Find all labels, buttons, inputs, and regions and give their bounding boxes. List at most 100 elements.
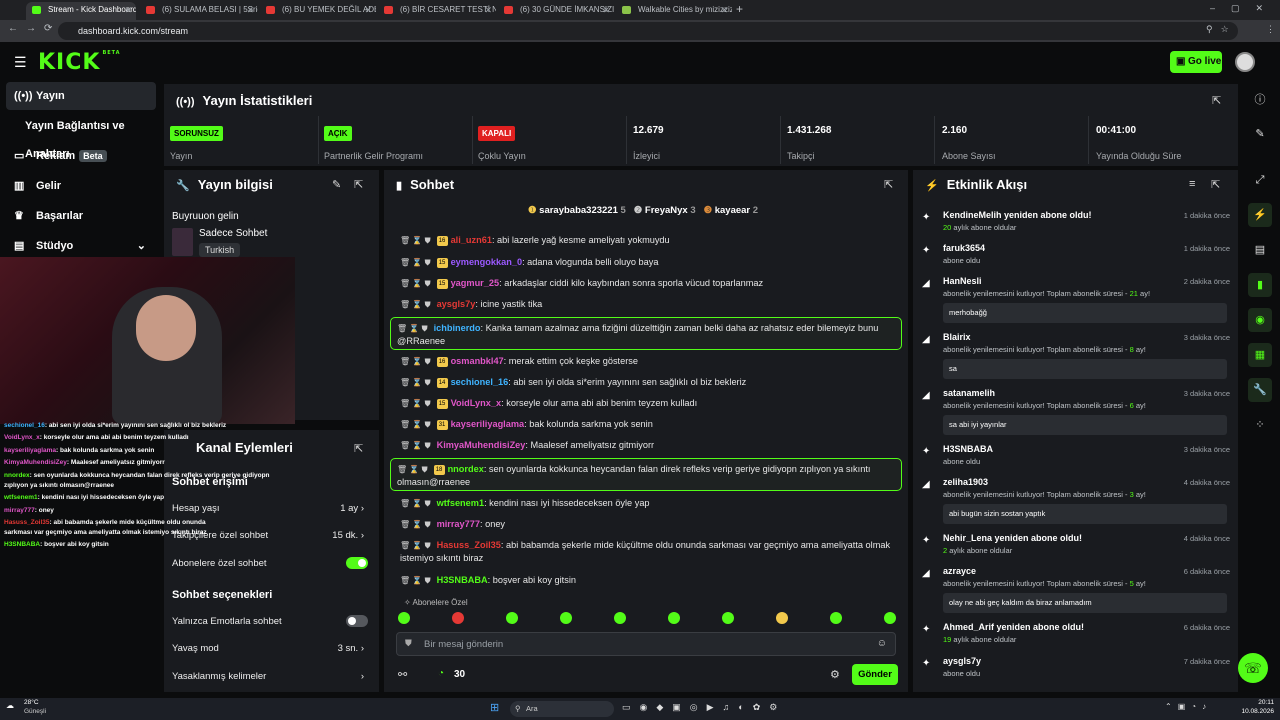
chat-message[interactable]: 🗑 ⌛ ⛊ 15 VoidLynx_x: korseyle olur ama abi…: [390, 397, 902, 410]
tab-video-2[interactable]: (6) BU YEMEK DEĞİL ADETA ŞÖ✕: [260, 2, 376, 20]
chat-username[interactable]: osmanbkl47: [451, 356, 504, 366]
chat-message[interactable]: 🗑 ⌛ ⛊ 15 eymengokkan_0: adana vlogunda bel…: [390, 256, 902, 269]
emote[interactable]: [668, 612, 680, 624]
row-emote-only[interactable]: Yalnızca Emotlarla sohbet: [172, 616, 372, 627]
activity-item[interactable]: ◢ satanamelih 3 dakika önce abonelik yenile…: [920, 388, 1230, 440]
chat-message[interactable]: 🗑 ⌛ ⛊ aysgls7y: icine yastik tika: [390, 298, 902, 311]
chat-message[interactable]: 🗑 ⌛ ⛊ 14 sechionel_16: abi sen iyi olda si…: [390, 376, 902, 389]
send-button[interactable]: Gönder: [852, 664, 898, 685]
chat-message[interactable]: 🗑 ⌛ ⛊ 16 ali_uzn61: abi lazerle yağ kesme …: [390, 234, 902, 247]
chat-username[interactable]: aysgls7y: [437, 299, 476, 309]
wrench-icon[interactable]: 🔧: [1248, 378, 1272, 402]
pin-icon[interactable]: 🗑 ⌛ ⛊: [400, 541, 431, 550]
activity-item[interactable]: ✦ H3SNBABA 3 dakika önce abone oldu: [920, 444, 1230, 474]
pin-icon[interactable]: 🗑 ⌛ ⛊: [400, 357, 431, 366]
tab-video-4[interactable]: (6) 30 GÜNDE İMKANSIZI BAŞA✕: [498, 2, 614, 20]
chat-icon[interactable]: ▮: [1248, 273, 1272, 297]
chat-message[interactable]: 🗑 ⌛ ⛊ mirray777: oney: [390, 518, 902, 531]
document-icon[interactable]: ▤: [1248, 238, 1272, 262]
activity-item[interactable]: ✦ faruk3654 1 dakika önce abone oldu: [920, 243, 1230, 273]
emote[interactable]: [614, 612, 626, 624]
activity-item[interactable]: ◢ zeliha1903 4 dakika önce abonelik yenilem…: [920, 477, 1230, 529]
url-input[interactable]: dashboard.kick.com/stream: [58, 22, 1238, 40]
chat-username[interactable]: kayseriliyaglama: [451, 419, 525, 429]
chat-input[interactable]: ⛊ Bir mesaj gönderin ☺: [396, 632, 896, 656]
chat-username[interactable]: eymengokkan_0: [451, 257, 523, 267]
chat-message[interactable]: 🗑 ⌛ ⛊ 15 yagmur_25: arkadaşlar ciddi kilo …: [390, 277, 902, 290]
activity-item[interactable]: ◢ Blairix 3 dakika önce abonelik yenilemesi…: [920, 332, 1230, 384]
row-subscriber-chat[interactable]: Abonelere özel sohbet: [172, 558, 372, 569]
chat-username[interactable]: VoidLynx_x: [451, 398, 502, 408]
popout-icon[interactable]: ⇱: [1211, 178, 1220, 191]
hamburger-icon[interactable]: ☰: [14, 54, 27, 71]
sidebar-item-studyo[interactable]: ▤ Stüdyo ⌄: [6, 232, 156, 260]
tab-kick-dashboard[interactable]: Stream - Kick Dashboard ✕: [26, 2, 136, 20]
help-button[interactable]: ☏: [1238, 653, 1268, 683]
kick-logo[interactable]: KICK BETA: [38, 50, 121, 75]
activity-item[interactable]: ◢ azrayce 6 dakika önce abonelik yenilemesi…: [920, 566, 1230, 618]
chat-username[interactable]: wtfsenem1: [437, 498, 485, 508]
chat-message[interactable]: 🗑 ⌛ ⛊ ichbinerdo: Kanka tamam azalmaz ama…: [390, 317, 902, 350]
chat-username[interactable]: nnordex: [448, 464, 484, 474]
row-banned-words[interactable]: Yasaklanmış kelimeler ›: [172, 671, 372, 682]
chat-username[interactable]: sechionel_16: [451, 377, 509, 387]
emoji-icon[interactable]: ☺: [877, 638, 887, 649]
sidebar-item-gelir[interactable]: ▥ Gelir: [6, 172, 156, 200]
popout-icon[interactable]: ⇱: [884, 178, 893, 191]
weather-icon[interactable]: ☁: [6, 701, 14, 710]
taskbar-search[interactable]: ⚲ Ara: [510, 701, 614, 717]
category-name[interactable]: Sadece Sohbet: [199, 228, 267, 239]
pin-icon[interactable]: 🗑 ⌛ ⛊: [397, 465, 428, 474]
chat-message[interactable]: 🗑 ⌛ ⛊ 18 nnordex: sen oyunlarda kokkunca h…: [390, 458, 902, 491]
emote-only-toggle[interactable]: [346, 615, 368, 627]
more-icon[interactable]: ⁘: [1248, 413, 1272, 437]
activity-item[interactable]: ✦ KendineMelih yeniden abone oldu! 1 dakik…: [920, 210, 1230, 240]
edit-icon[interactable]: ✎: [1248, 122, 1272, 146]
emote[interactable]: [506, 612, 518, 624]
chat-username[interactable]: KimyaMuhendisiZey: [437, 440, 526, 450]
chat-username[interactable]: mirray777: [437, 519, 480, 529]
edit-icon[interactable]: ✎: [332, 178, 341, 191]
go-live-button[interactable]: ▣ Go live: [1170, 51, 1222, 73]
pin-icon[interactable]: 🗑 ⌛ ⛊: [400, 279, 431, 288]
emote[interactable]: [830, 612, 842, 624]
taskbar-apps[interactable]: ▭◉◆▣◎▶♫◐✿⚙: [622, 702, 786, 713]
emote[interactable]: [452, 612, 464, 624]
emote[interactable]: [560, 612, 572, 624]
chat-message[interactable]: 🗑 ⌛ ⛊ KimyaMuhendisiZey: Maalesef ameliya…: [390, 439, 902, 452]
new-tab-button[interactable]: +: [736, 2, 743, 16]
emote[interactable]: [884, 612, 896, 624]
chat-username[interactable]: H3SNBABA: [437, 575, 488, 585]
chat-username[interactable]: ichbinerdo: [434, 323, 481, 333]
emote[interactable]: [776, 612, 788, 624]
pin-icon[interactable]: 🗑 ⌛ ⛊: [400, 258, 431, 267]
pin-icon[interactable]: 🗑 ⌛ ⛊: [397, 324, 428, 333]
chat-message[interactable]: 🗑 ⌛ ⛊ Hasuss_Zoil35: abi babamda şekerle …: [390, 539, 902, 565]
zoom-star-icons[interactable]: ⚲☆: [1206, 24, 1237, 35]
chat-message[interactable]: 🗑 ⌛ ⛊ H3SNBABA: boşver abi koy gitsin: [390, 574, 902, 587]
pin-icon[interactable]: 🗑 ⌛ ⛊: [400, 378, 431, 387]
avatar[interactable]: [1235, 52, 1255, 72]
tab-video-3[interactable]: (6) BİR CESARET TESTİ NASIL F✕: [378, 2, 496, 20]
popout-icon[interactable]: ⇱: [1212, 94, 1221, 107]
pin-icon[interactable]: 🗑 ⌛ ⛊: [400, 300, 431, 309]
tab-walkable-cities[interactable]: Walkable Cities by mizizziz ✕: [616, 2, 732, 20]
pin-icon[interactable]: 🗑 ⌛ ⛊: [400, 441, 431, 450]
activity-item[interactable]: ✦ Ahmed_Arif yeniden abone oldu! 6 dakika …: [920, 622, 1230, 652]
activity-item[interactable]: ◢ HanNesli 2 dakika önce abonelik yenilemes…: [920, 276, 1230, 328]
sidebar-item-reklam[interactable]: ▭ Reklam Beta: [6, 142, 156, 170]
pin-icon[interactable]: 🗑 ⌛ ⛊: [400, 399, 431, 408]
pin-icon[interactable]: 🗑 ⌛ ⛊: [400, 420, 431, 429]
row-slow-mode[interactable]: Yavaş mod 3 sn. ›: [172, 643, 372, 654]
popout-icon[interactable]: ⇱: [354, 442, 363, 455]
gear-icon[interactable]: ⚙: [830, 668, 840, 681]
sidebar-item-yayin[interactable]: ((•)) Yayın: [6, 82, 156, 110]
expand-icon[interactable]: ⤢: [1248, 168, 1272, 192]
windows-start-icon[interactable]: ⊞: [490, 701, 499, 714]
chat-message[interactable]: 🗑 ⌛ ⛊ 31 kayseriliyaglama: bak kolunda sar…: [390, 418, 902, 431]
system-tray-icons[interactable]: ⌃▣◔♪: [1165, 702, 1212, 711]
activity-item[interactable]: ✦ Nehir_Lena yeniden abone oldu! 4 dakika …: [920, 533, 1230, 563]
pin-icon[interactable]: 🗑 ⌛ ⛊: [400, 236, 431, 245]
chat-username[interactable]: ali_uzn61: [451, 235, 492, 245]
emote[interactable]: [722, 612, 734, 624]
